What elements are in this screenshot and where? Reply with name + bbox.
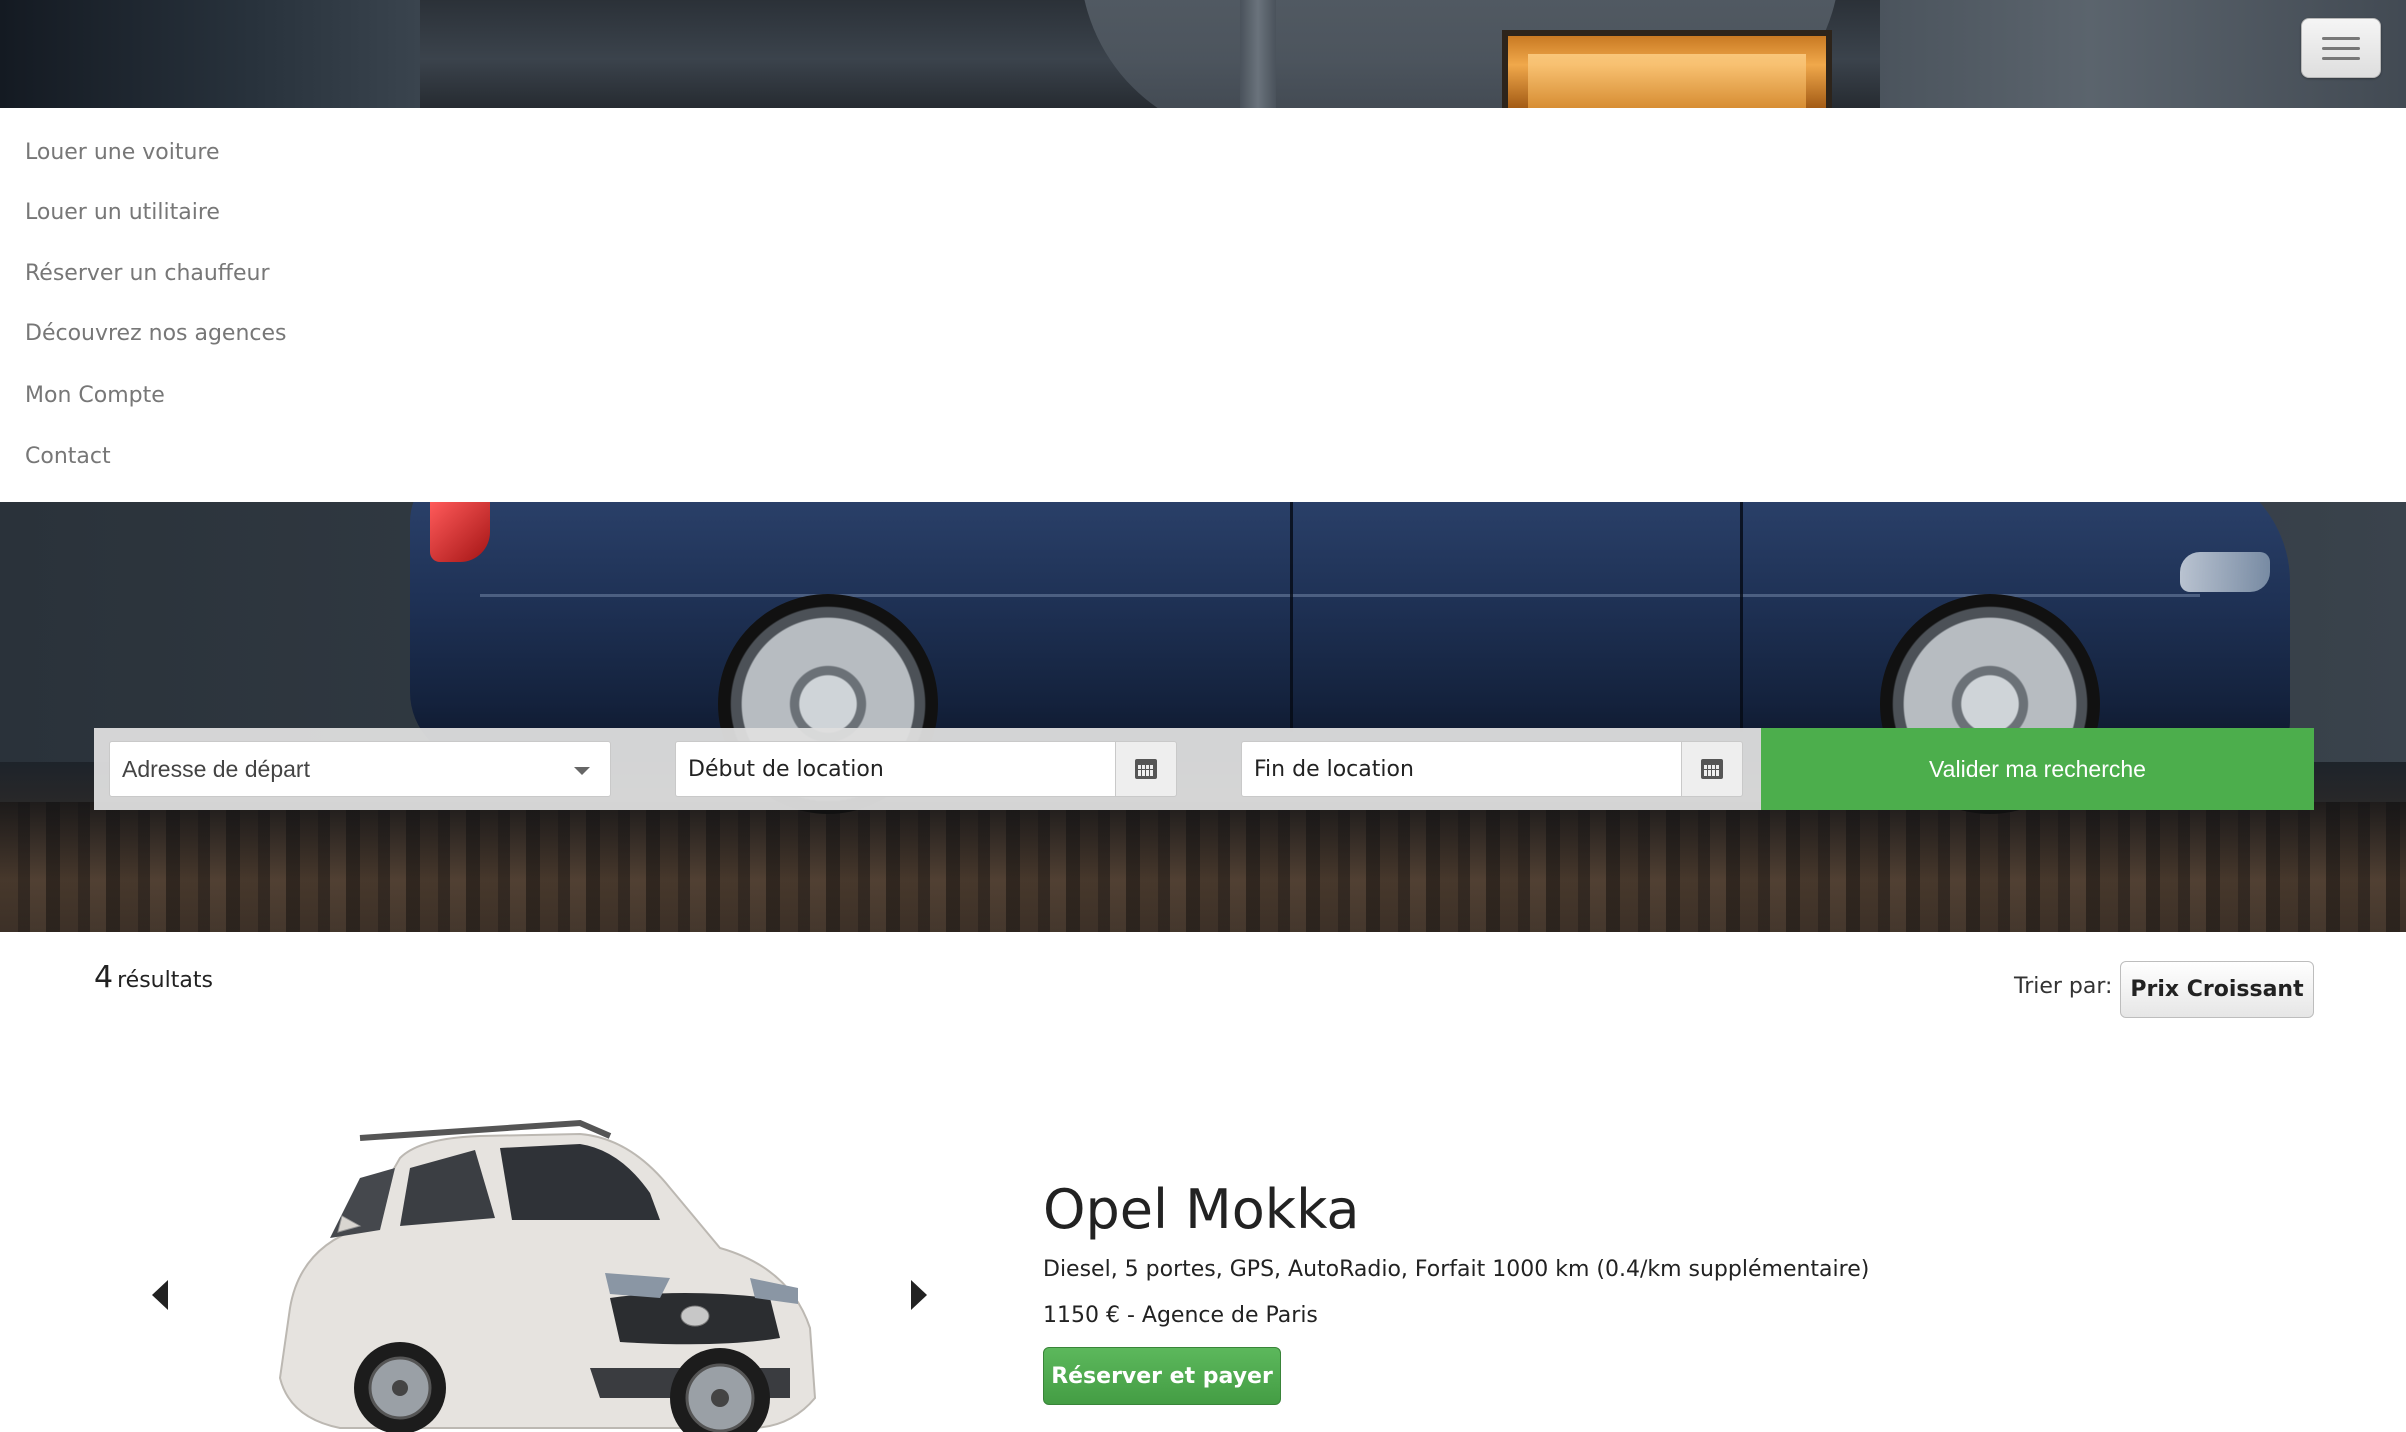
results-count-number: 4 <box>94 960 114 995</box>
hero-car-taillight <box>430 502 490 562</box>
carousel-next-arrow-icon[interactable] <box>911 1280 927 1310</box>
nav-item-rent-car[interactable]: Louer une voiture <box>25 140 220 165</box>
nav-item-account[interactable]: Mon Compte <box>25 383 165 408</box>
book-and-pay-button[interactable]: Réserver et payer <box>1043 1347 1281 1405</box>
hero-banner-top <box>0 0 2406 108</box>
departure-address-select[interactable]: Adresse de départ <box>109 741 611 797</box>
car-name: Opel Mokka <box>1043 1178 1360 1241</box>
hero-building-column <box>1240 0 1276 108</box>
departure-address-value: Adresse de départ <box>122 755 310 782</box>
hamburger-bar-icon <box>2322 36 2360 40</box>
carousel-prev-arrow-icon[interactable] <box>152 1280 168 1310</box>
nav-item-contact[interactable]: Contact <box>25 444 111 469</box>
start-date-group <box>675 741 1177 797</box>
hero-car-headlight <box>2180 552 2270 592</box>
end-date-group <box>1241 741 1743 797</box>
sort-button[interactable]: Prix Croissant <box>2120 961 2314 1018</box>
submit-search-button[interactable]: Valider ma recherche <box>1761 728 2314 810</box>
nav-item-book-driver[interactable]: Réserver un chauffeur <box>25 261 270 286</box>
calendar-icon <box>1701 759 1723 779</box>
results-count: 4 résultats <box>94 960 213 995</box>
menu-toggle-button[interactable] <box>2301 18 2381 78</box>
hero-lit-doorway <box>1502 30 1832 108</box>
main-nav-menu: Louer une voiture Louer un utilitaire Ré… <box>0 108 2406 502</box>
car-price: 1150 € - Agence de Paris <box>1043 1303 1318 1328</box>
hamburger-bar-icon <box>2322 46 2360 50</box>
results-count-label: résultats <box>117 968 213 993</box>
chevron-down-icon <box>574 767 590 775</box>
car-photo <box>278 1119 817 1432</box>
hero-banner-car <box>0 502 2406 932</box>
hamburger-bar-icon <box>2322 56 2360 60</box>
search-form: Adresse de départ Valider ma recherche <box>94 728 2314 810</box>
end-date-calendar-button[interactable] <box>1681 741 1743 797</box>
calendar-icon <box>1135 759 1157 779</box>
nav-item-agencies[interactable]: Découvrez nos agences <box>25 321 287 346</box>
start-date-calendar-button[interactable] <box>1115 741 1177 797</box>
hero-background-wall <box>0 0 420 108</box>
sort-label: Trier par: <box>2014 974 2113 999</box>
nav-item-rent-utility[interactable]: Louer un utilitaire <box>25 200 220 225</box>
start-date-input[interactable] <box>675 741 1115 797</box>
end-date-input[interactable] <box>1241 741 1681 797</box>
car-specs: Diesel, 5 portes, GPS, AutoRadio, Forfai… <box>1043 1257 1870 1282</box>
